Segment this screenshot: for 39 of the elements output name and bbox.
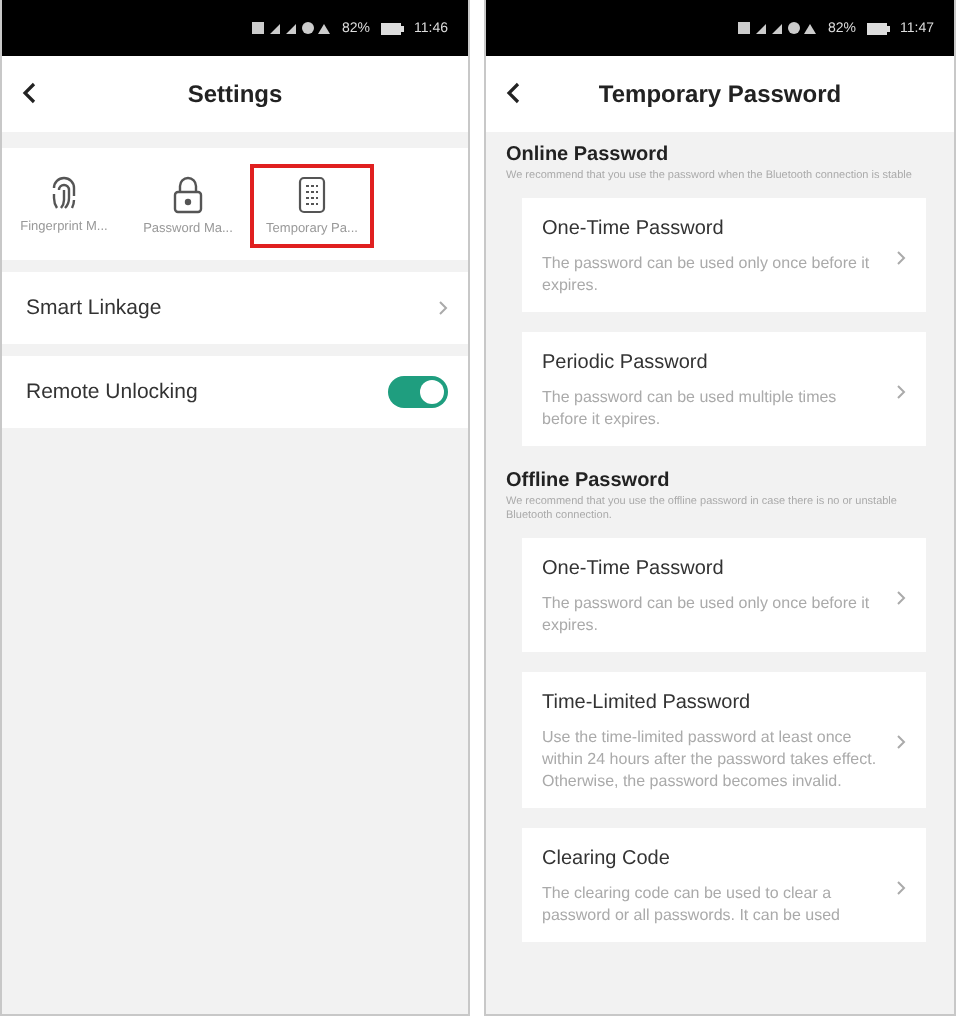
signal-icon: [737, 20, 818, 36]
password-option-card[interactable]: One-Time Password The password can be used only once before it expires.: [522, 538, 926, 652]
fingerprint-icon: [48, 176, 80, 212]
signal-icon: [251, 20, 332, 36]
password-option-card[interactable]: One-Time Password The password can be used only once before it expires.: [522, 198, 926, 312]
password-option-card[interactable]: Periodic Password The password can be used multiple times before it expires.: [522, 332, 926, 446]
option-title: Clearing Code: [542, 848, 672, 870]
option-description: The password can be used only once before it expires.: [542, 252, 872, 296]
option-title: One-Time Password: [542, 218, 726, 240]
password-option-card[interactable]: Time-Limited Password Use the time-limited password at least once within 24 hours after the password takes effect. Otherwise, the password becomes invalid.: [522, 672, 926, 808]
option-title: Periodic Password: [542, 352, 710, 374]
option-title: One-Time Password: [542, 558, 726, 580]
section-title: Offline Password: [506, 470, 672, 492]
settings-row[interactable]: Remote Unlocking: [2, 356, 468, 428]
row-label: Remote Unlocking: [26, 380, 198, 404]
toggle-switch[interactable]: [388, 376, 448, 408]
battery-icon: [380, 21, 404, 35]
lock-icon: [172, 176, 204, 214]
chevron-right-icon: [896, 383, 906, 399]
screen-title: Temporary Password: [598, 80, 842, 108]
chevron-right-icon: [896, 879, 906, 895]
back-icon[interactable]: [506, 82, 520, 104]
option-title: Time-Limited Password: [542, 692, 753, 714]
option-description: Use the time-limited password at least once within 24 hours after the password takes effect. Otherwise, the password becomes invalid.: [542, 726, 879, 792]
chevron-right-icon: [896, 589, 906, 605]
chevron-right-icon: [896, 249, 906, 265]
screen-title: Settings: [187, 80, 283, 108]
row-label: Smart Linkage: [26, 296, 162, 320]
section-title: Online Password: [506, 144, 671, 166]
keypad-icon: [298, 176, 326, 214]
back-icon[interactable]: [22, 82, 36, 104]
option-description: The clearing code can be used to clear a password or all passwords. It can be used: [542, 882, 842, 926]
chevron-right-icon: [438, 300, 448, 316]
option-description: The password can be used multiple times before it expires.: [542, 386, 839, 430]
chevron-right-icon: [896, 734, 906, 750]
settings-row[interactable]: Smart Linkage: [2, 272, 468, 344]
option-description: The password can be used only once before it expires.: [542, 592, 872, 636]
battery-icon: [866, 21, 890, 35]
password-option-card[interactable]: Clearing Code The clearing code can be used to clear a password or all passwords. It can be used: [522, 828, 926, 942]
